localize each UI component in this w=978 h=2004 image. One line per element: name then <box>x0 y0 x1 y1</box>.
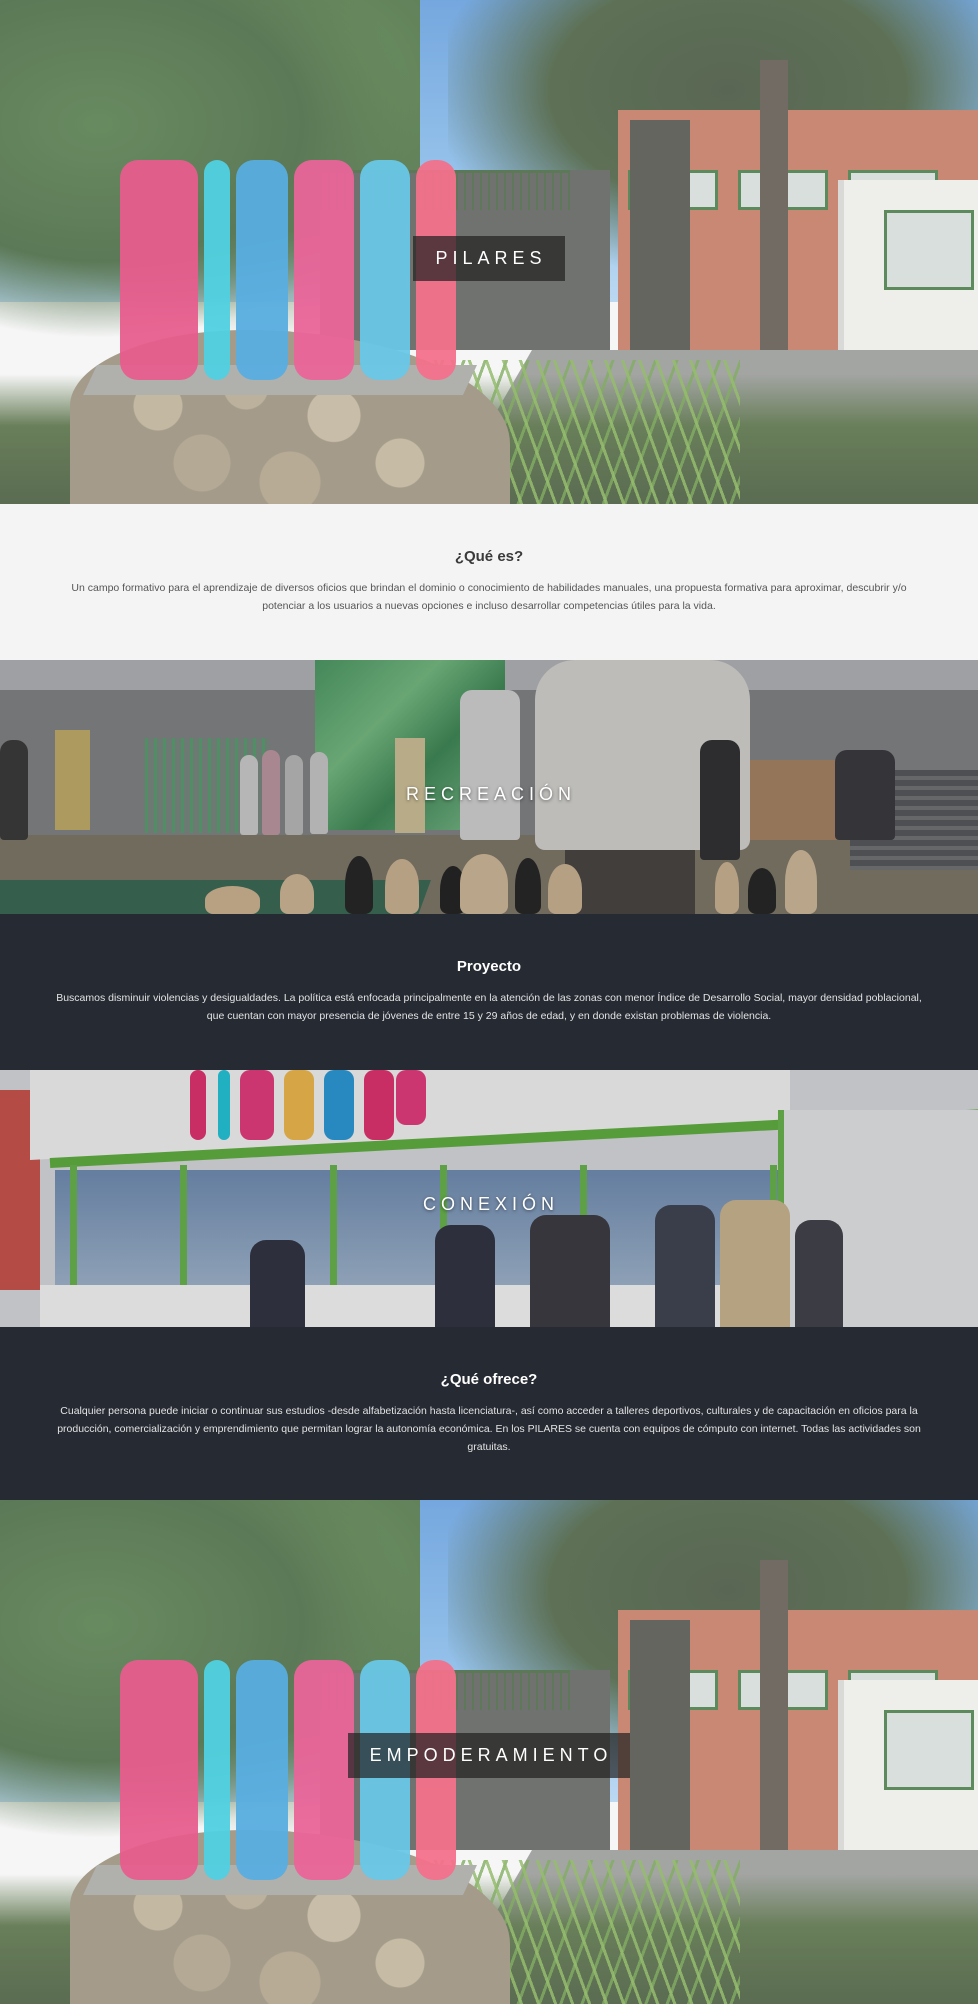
hero-caption-text: CONEXIÓN <box>422 1194 559 1214</box>
hero-caption: RECREACIÓN <box>0 772 978 817</box>
hero-conexion: CONEXIÓN <box>0 1070 978 1327</box>
section-title: Proyecto <box>456 958 522 975</box>
section-title: ¿Qué ofrece? <box>440 1371 538 1388</box>
section-text: Un campo formativo para el aprendizaje d… <box>71 582 907 612</box>
hero-caption-text: EMPODERAMIENTO <box>347 1733 631 1778</box>
section-text: Buscamos disminuir violencias y desigual… <box>56 992 922 1022</box>
que-es-section: ¿Qué es? Un campo formativo para el apre… <box>0 504 978 660</box>
hero-caption: PILARES <box>0 236 978 281</box>
hero-caption: CONEXIÓN <box>0 1182 978 1227</box>
que-ofrece-section: ¿Qué ofrece? Cualquier persona puede ini… <box>0 1327 978 1500</box>
section-text: Cualquier persona puede iniciar o contin… <box>57 1405 921 1453</box>
hero-recreacion: RECREACIÓN <box>0 660 978 914</box>
hero-caption-text: RECREACIÓN <box>405 784 576 804</box>
hero-caption: EMPODERAMIENTO <box>0 1733 978 1778</box>
hero-pilares: PILARES <box>0 0 978 504</box>
proyecto-section: Proyecto Buscamos disminuir violencias y… <box>0 914 978 1070</box>
hero-empoderamiento: EMPODERAMIENTO <box>0 1500 978 2004</box>
hero-caption-text: PILARES <box>413 236 565 281</box>
section-title: ¿Qué es? <box>454 548 524 565</box>
